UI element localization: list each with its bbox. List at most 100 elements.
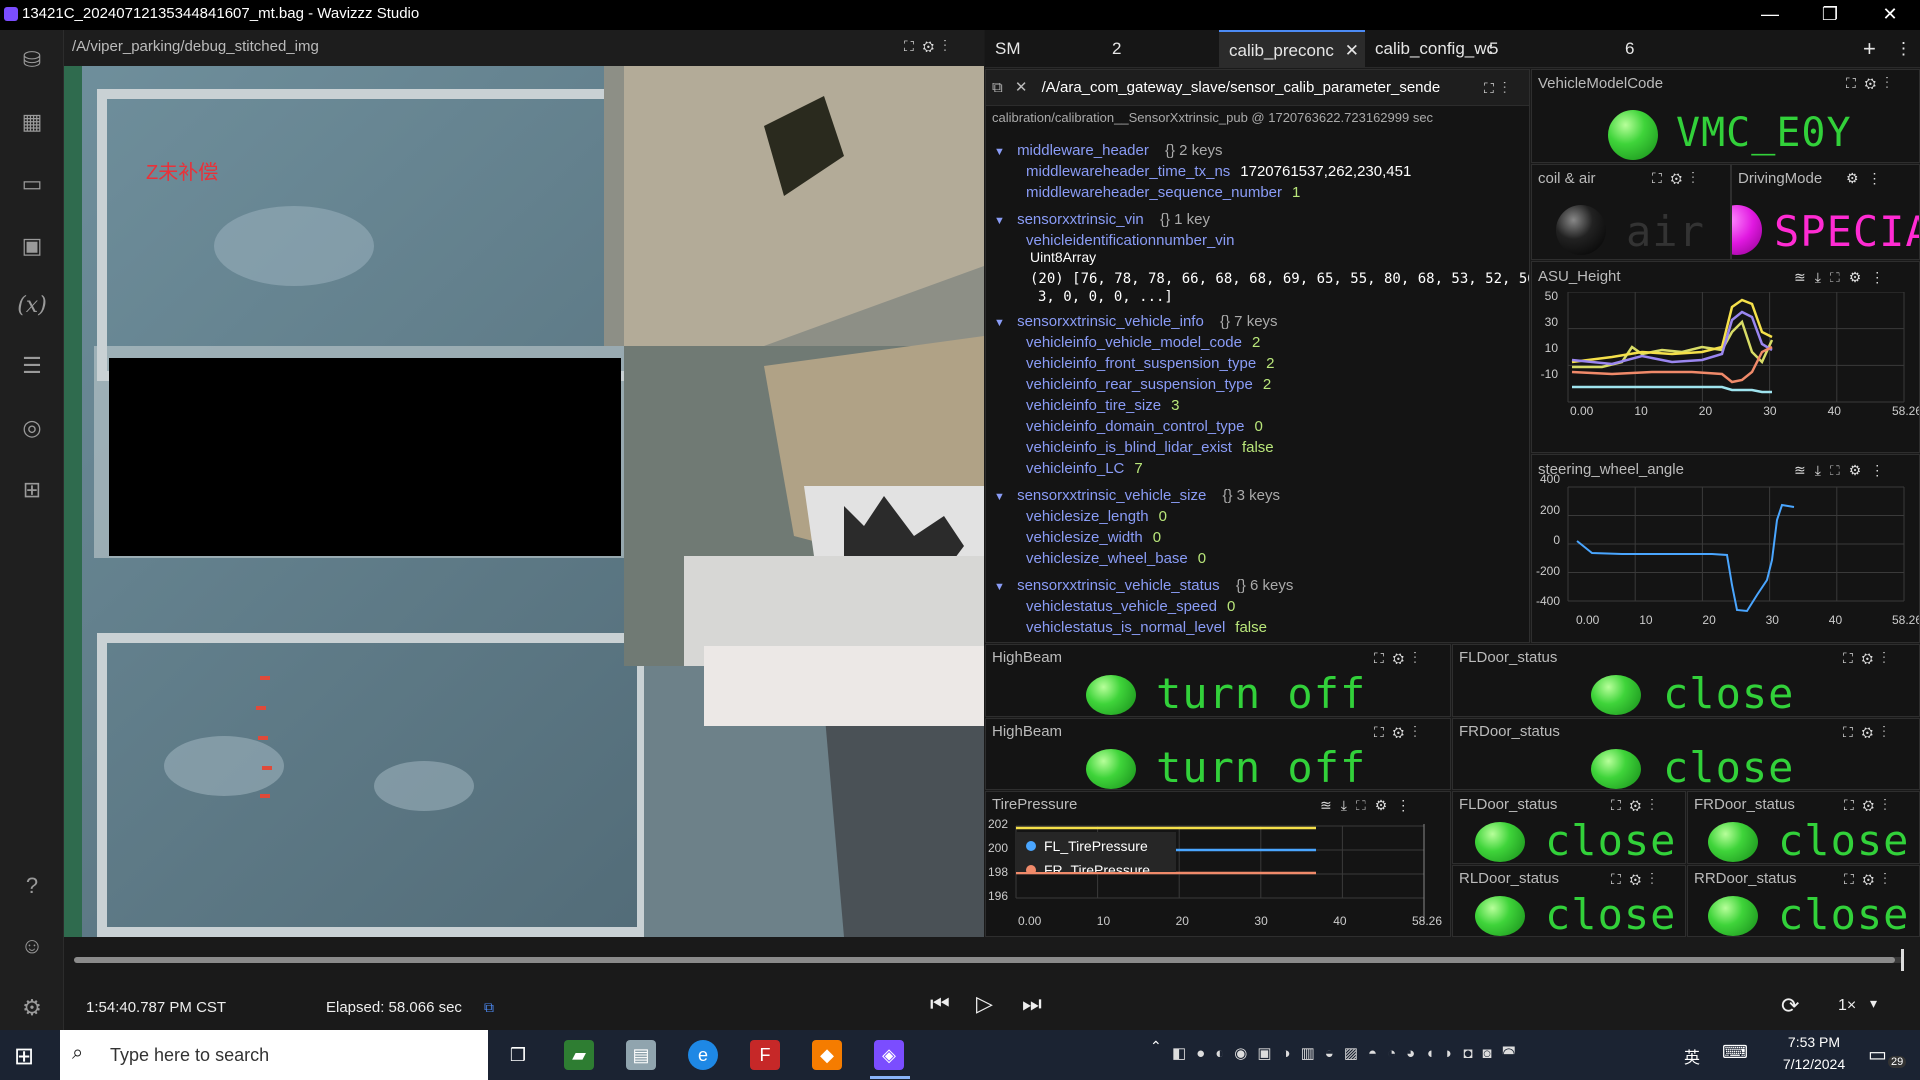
tab-calib-preconc[interactable]: calib_preconc ✕ (1219, 30, 1365, 68)
tree-field[interactable]: vehiclesize_length 0 (1026, 506, 1167, 527)
layout-icon[interactable]: ▦ (14, 104, 50, 140)
help-icon[interactable]: ? (14, 868, 50, 904)
app-wavizzz-icon[interactable]: ◈ (874, 1040, 904, 1070)
image-topic[interactable]: /A/viper_parking/debug_stitched_img (72, 38, 319, 55)
topics-list-icon[interactable]: ☰ (14, 348, 50, 384)
loop-icon[interactable]: ⟳ (1781, 993, 1799, 1019)
problems-icon[interactable]: ◎ (14, 410, 50, 446)
driving-actions[interactable]: ⚙⋮ (1846, 165, 1891, 192)
raw-topic[interactable]: /A/ara_com_gateway_slave/sensor_calib_pa… (1042, 79, 1441, 96)
app-explorer-icon[interactable]: ▤ (626, 1040, 656, 1070)
clock-date[interactable]: 7/12/2024 (1774, 1056, 1854, 1072)
expand-triangle-icon[interactable]: ▼ (994, 215, 1005, 227)
tab-sm[interactable]: SM (995, 30, 1105, 68)
fldoor1-actions[interactable]: ⛶⚙⋮ (1843, 645, 1895, 671)
coil-actions[interactable]: ⛶⚙⋮ (1652, 165, 1704, 192)
play-icon[interactable]: ▷ (976, 991, 993, 1017)
timeline-scrubber[interactable] (1901, 949, 1904, 971)
highbeam1-actions[interactable]: ⛶⚙⋮ (1374, 645, 1426, 671)
steer-actions[interactable]: ≊⤓⛶⚙⋮ (1794, 455, 1893, 485)
system-tray-icons[interactable]: ◧●◐◉▣◑▥◒▨◓◔◕◖◗◘◙◚ (1172, 1044, 1526, 1062)
step-forward-icon[interactable]: ⏭ (1022, 991, 1042, 1017)
add-panel-icon[interactable]: ▭ (14, 166, 50, 202)
legend-item-fr[interactable]: FR_TirePressure (1026, 862, 1150, 872)
vmc-actions[interactable]: ⛶⚙⋮ (1846, 70, 1898, 97)
account-icon[interactable]: ☺ (14, 928, 50, 964)
ime-indicator[interactable]: 英 (1684, 1044, 1700, 1068)
variables-icon[interactable]: (x) (14, 288, 50, 324)
asu-height-plot[interactable] (1532, 292, 1920, 452)
timeline-track[interactable] (74, 957, 1904, 963)
tree-field[interactable]: vehiclesize_width 0 (1026, 527, 1161, 548)
expand-triangle-icon[interactable]: ▼ (994, 146, 1005, 158)
playback-speed[interactable]: 1× (1838, 997, 1856, 1015)
tree-field[interactable]: middlewareheader_sequence_number 1 (1026, 182, 1300, 203)
tree-field[interactable]: vehicleinfo_front_suspension_type 2 (1026, 353, 1275, 374)
rldoor-actions[interactable]: ⛶⚙⋮ (1611, 866, 1663, 892)
tree-field[interactable]: vehicleinfo_rear_suspension_type 2 (1026, 374, 1271, 395)
asu-actions[interactable]: ≊⤓⛶⚙⋮ (1794, 262, 1893, 292)
tab-2[interactable]: 2 (1112, 30, 1212, 68)
steer-header: steering_wheel_angle ≊⤓⛶⚙⋮ (1532, 455, 1919, 485)
app-foxit-icon[interactable]: F (750, 1040, 780, 1070)
tree-field[interactable]: vehiclestatus_is_normal_level false (1026, 617, 1267, 638)
tree-field[interactable]: vehicleinfo_LC 7 (1026, 458, 1143, 479)
close-window-button[interactable]: ✕ (1860, 0, 1920, 30)
clock-time[interactable]: 7:53 PM (1774, 1034, 1854, 1050)
expand-triangle-icon[interactable]: ▼ (994, 581, 1005, 593)
tree-field[interactable]: vehiclesize_wheel_base 0 (1026, 548, 1206, 569)
legend-item-fl[interactable]: FL_TirePressure (1026, 838, 1148, 854)
copy-icon[interactable]: ⧉ (992, 79, 1003, 96)
copy-time-icon[interactable]: ⧉ (484, 999, 494, 1016)
fldoor2-actions[interactable]: ⛶⚙⋮ (1611, 792, 1663, 818)
expand-collapse-icon[interactable]: ✕ (1015, 79, 1028, 96)
stitched-camera-image[interactable]: Z未补偿 (64, 66, 984, 937)
tire-actions[interactable]: ≊⤓⛶⚙⋮ (1320, 792, 1419, 818)
frdoor1-actions[interactable]: ⛶⚙⋮ (1843, 719, 1895, 745)
tab-6[interactable]: 6 (1625, 30, 1725, 68)
step-back-icon[interactable]: ⏮ (930, 991, 950, 1017)
tree-field[interactable]: vehiclestatus_front_left_height -4.099999… (1026, 638, 1381, 642)
minimize-button[interactable]: — (1740, 0, 1800, 30)
add-tab-button[interactable]: + (1863, 30, 1883, 68)
tab-calib-config[interactable]: calib_config_wc (1370, 30, 1492, 68)
steering-angle-panel: steering_wheel_angle ≊⤓⛶⚙⋮ 400 200 0 -200 -4… (1531, 454, 1920, 643)
frdoor2-actions[interactable]: ⛶⚙⋮ (1844, 792, 1896, 818)
tree-field[interactable]: vehiclestatus_vehicle_speed 0 (1026, 596, 1235, 617)
tree-field[interactable]: vehicleinfo_vehicle_model_code 2 (1026, 332, 1260, 353)
close-tab-icon[interactable]: ✕ (1345, 32, 1359, 68)
app-chart-icon[interactable]: ▰ (564, 1040, 594, 1070)
windows-start-icon[interactable]: ⊞ (14, 1042, 34, 1071)
image-panel-actions[interactable]: ⛶⚙⋮ (904, 38, 956, 55)
settings-gear-icon[interactable]: ⚙ (14, 990, 50, 1026)
notification-center-icon[interactable]: ▭ (1868, 1042, 1887, 1067)
data-source-icon[interactable]: ⛁ (14, 42, 50, 78)
tree-section-0[interactable]: ▼ middleware_header {} 2 keys (994, 140, 1223, 163)
maximize-button[interactable]: ❐ (1800, 0, 1860, 30)
taskbar-search-box[interactable]: ⌕ Type here to search (60, 1030, 488, 1080)
tree-field[interactable]: vehicleinfo_domain_control_type 0 (1026, 416, 1263, 437)
highbeam2-actions[interactable]: ⛶⚙⋮ (1374, 719, 1426, 745)
tab-menu-icon[interactable]: ⋮ (1895, 30, 1915, 68)
tree-section-3[interactable]: ▼ sensorxxtrinsic_vehicle_size {} 3 keys (994, 485, 1280, 508)
speed-dropdown-icon[interactable]: ▾ (1870, 995, 1877, 1012)
tree-field[interactable]: middlewareheader_time_tx_ns 1720761537,26… (1026, 161, 1411, 182)
raw-panel-actions[interactable]: ⛶⋮ (1480, 70, 1516, 105)
app-package-icon[interactable]: ◆ (812, 1040, 842, 1070)
tray-overflow-icon[interactable]: ⌃ (1150, 1038, 1162, 1055)
extensions-icon[interactable]: ⊞ (14, 472, 50, 508)
tree-field[interactable]: vehicleinfo_is_blind_lidar_exist false (1026, 437, 1274, 458)
tree-field[interactable]: vehicleinfo_tire_size 3 (1026, 395, 1179, 416)
tab-5[interactable]: 5 (1489, 30, 1589, 68)
rrdoor-actions[interactable]: ⛶⚙⋮ (1844, 866, 1896, 892)
highbeam2-value: turn off (1156, 743, 1367, 790)
expand-triangle-icon[interactable]: ▼ (994, 317, 1005, 329)
expand-triangle-icon[interactable]: ▼ (994, 491, 1005, 503)
tree-section-1[interactable]: ▼ sensorxxtrinsic_vin {} 1 key (994, 209, 1210, 232)
tree-section-4[interactable]: ▼ sensorxxtrinsic_vehicle_status {} 6 ke… (994, 575, 1293, 598)
tree-section-2[interactable]: ▼ sensorxxtrinsic_vehicle_info {} 7 keys (994, 311, 1278, 334)
keyboard-icon[interactable]: ⌨ (1722, 1042, 1748, 1063)
edge-browser-icon[interactable]: e (688, 1040, 718, 1070)
panel-settings-icon[interactable]: ▣ (14, 228, 50, 264)
task-view-icon[interactable]: ❒ (503, 1040, 533, 1070)
